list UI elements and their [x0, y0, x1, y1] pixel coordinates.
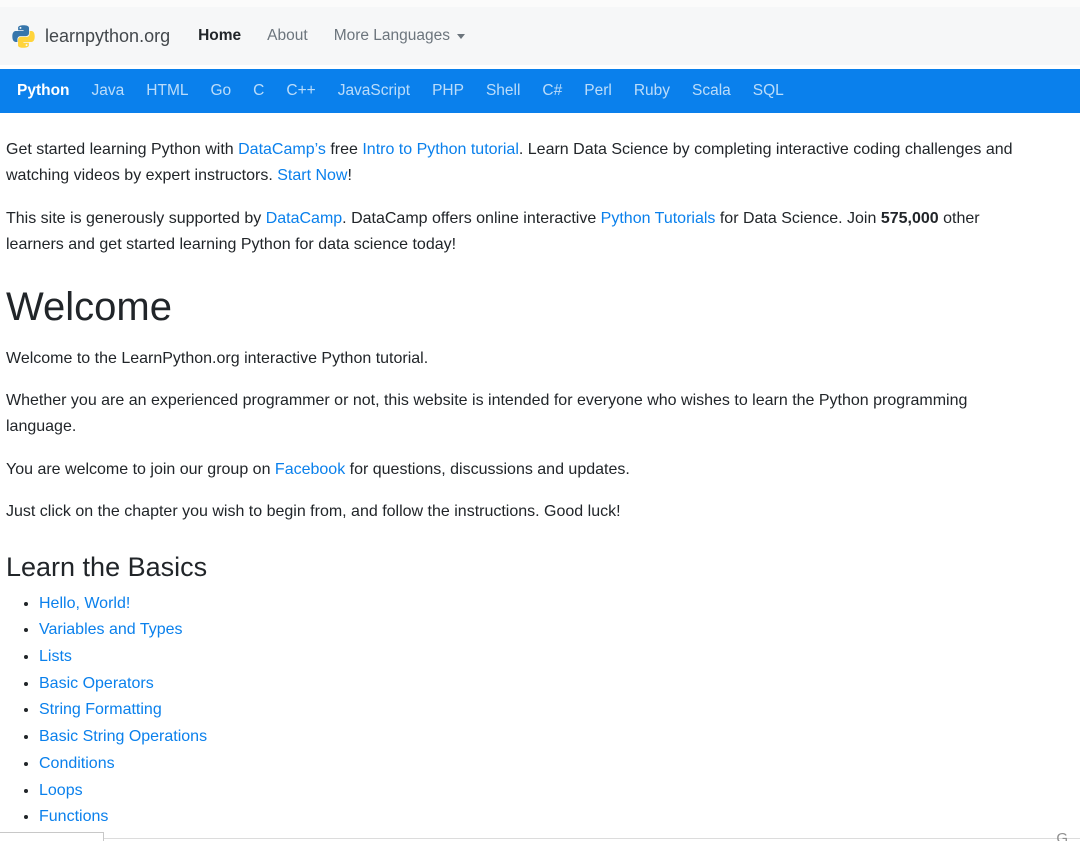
topnav-more-languages[interactable]: More Languages — [334, 27, 465, 45]
topnav-home[interactable]: Home — [198, 27, 241, 45]
lang-scala[interactable]: Scala — [681, 82, 742, 100]
inline-link[interactable]: DataCamp’s — [238, 141, 326, 158]
list-item: Conditions — [39, 751, 1036, 778]
basics-heading: Learn the Basics — [6, 552, 1036, 583]
top-strip — [0, 0, 1080, 7]
intro-paragraph-2: This site is generously supported by Dat… — [6, 206, 1036, 259]
chapter-link[interactable]: Variables and Types — [39, 621, 183, 638]
lang-shell[interactable]: Shell — [475, 82, 531, 100]
list-item: Variables and Types — [39, 617, 1036, 644]
intro-paragraph-1: Get started learning Python with DataCam… — [6, 137, 1036, 190]
brand[interactable]: learnpython.org — [10, 23, 170, 50]
brand-text: learnpython.org — [45, 26, 170, 47]
chapter-link[interactable]: Loops — [39, 782, 83, 799]
inline-link[interactable]: Start Now — [277, 167, 347, 184]
chapter-link[interactable]: Basic Operators — [39, 675, 154, 692]
list-item: Loops — [39, 778, 1036, 805]
list-item: Lists — [39, 644, 1036, 671]
chapter-link[interactable]: Conditions — [39, 755, 115, 772]
list-item: Basic Operators — [39, 671, 1036, 698]
main-content: Get started learning Python with DataCam… — [0, 113, 1080, 831]
audience-paragraph: Whether you are an experienced programme… — [6, 388, 1036, 441]
inline-link[interactable]: Facebook — [275, 461, 345, 478]
browser-status-tooltip — [0, 832, 104, 841]
page-title: Welcome — [6, 285, 1036, 330]
chapter-link[interactable]: Hello, World! — [39, 595, 130, 612]
list-item: String Formatting — [39, 697, 1036, 724]
list-item: Functions — [39, 804, 1036, 831]
lang-python[interactable]: Python — [6, 82, 81, 100]
basics-list: Hello, World! Variables and Types Lists Bas… — [6, 591, 1036, 831]
bold-text: 575,000 — [881, 210, 939, 227]
lang-html[interactable]: HTML — [135, 82, 199, 100]
chapter-link[interactable]: String Formatting — [39, 701, 162, 718]
lang-perl[interactable]: Perl — [573, 82, 623, 100]
topnav-about[interactable]: About — [267, 27, 308, 45]
dropdown-caret-icon — [457, 34, 465, 39]
list-item: Basic String Operations — [39, 724, 1036, 751]
lang-ruby[interactable]: Ruby — [623, 82, 681, 100]
corner-glyph: G — [1056, 830, 1068, 841]
chapter-link[interactable]: Functions — [39, 808, 108, 825]
inline-link[interactable]: DataCamp — [266, 210, 342, 227]
lang-sql[interactable]: SQL — [742, 82, 795, 100]
lang-java[interactable]: Java — [81, 82, 136, 100]
inline-link[interactable]: Intro to Python tutorial — [362, 141, 519, 158]
top-nav: Home About More Languages — [198, 27, 491, 45]
lang-csharp[interactable]: C# — [531, 82, 573, 100]
facebook-paragraph: You are welcome to join our group on Fac… — [6, 457, 1036, 483]
list-item: Hello, World! — [39, 591, 1036, 618]
lang-javascript[interactable]: JavaScript — [327, 82, 421, 100]
site-header: learnpython.org Home About More Languages — [0, 7, 1080, 65]
instructions-paragraph: Just click on the chapter you wish to be… — [6, 499, 1036, 525]
inline-link[interactable]: Python Tutorials — [601, 210, 716, 227]
lang-go[interactable]: Go — [199, 82, 242, 100]
chapter-link[interactable]: Basic String Operations — [39, 728, 207, 745]
python-logo-icon — [10, 23, 37, 50]
lang-php[interactable]: PHP — [421, 82, 475, 100]
lang-c[interactable]: C — [242, 82, 275, 100]
lang-cplusplus[interactable]: C++ — [275, 82, 326, 100]
language-nav: PythonJavaHTMLGoCC++JavaScriptPHPShellC#… — [0, 69, 1080, 113]
chapter-link[interactable]: Lists — [39, 648, 72, 665]
welcome-paragraph: Welcome to the LearnPython.org interacti… — [6, 346, 1036, 372]
